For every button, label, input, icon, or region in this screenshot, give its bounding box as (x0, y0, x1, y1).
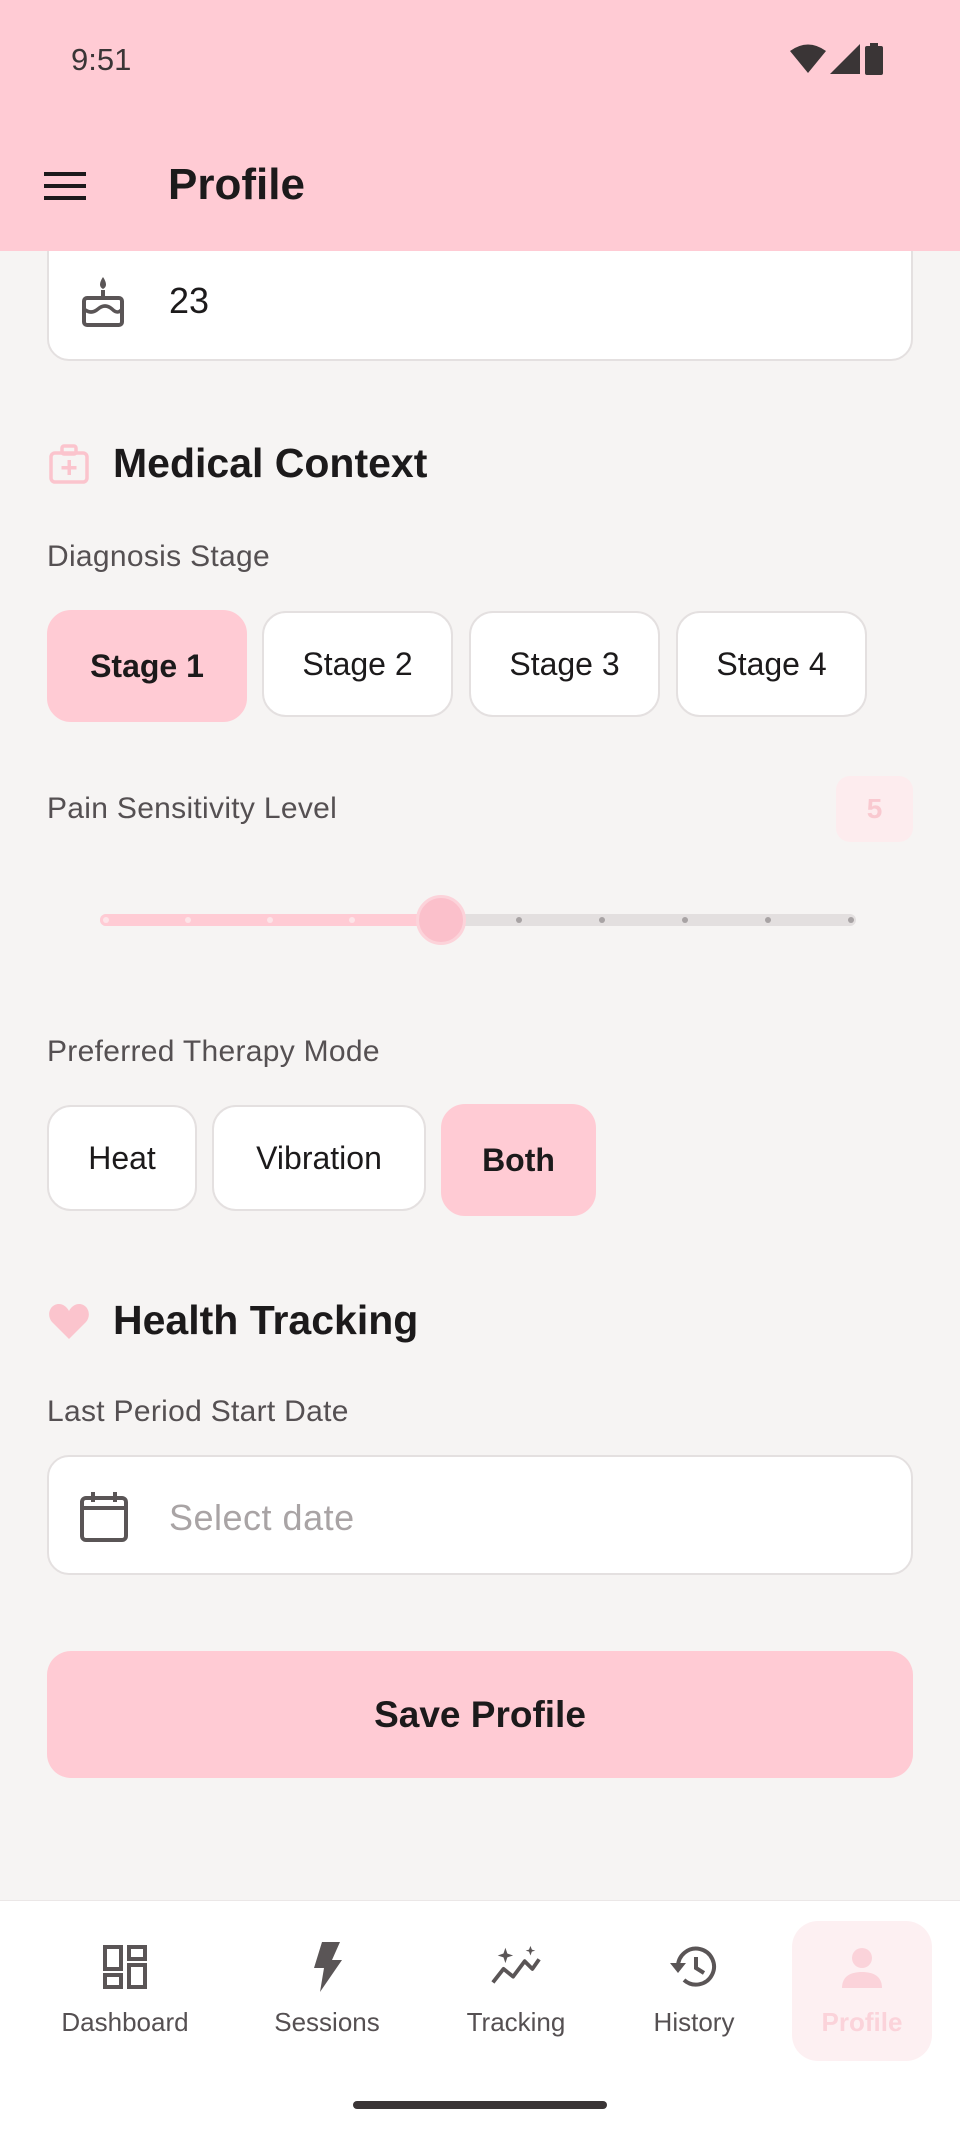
battery-icon (865, 43, 883, 75)
chip-vibration[interactable]: Vibration (212, 1105, 426, 1211)
nav-label-dashboard: Dashboard (61, 2007, 189, 2037)
app-bar: 9:51 Profile (0, 0, 960, 251)
medical-context-header: Medical Context (47, 440, 427, 487)
pain-sensitivity-value-badge: 5 (836, 776, 913, 842)
last-period-label: Last Period Start Date (47, 1395, 349, 1428)
dashboard-icon (99, 1941, 151, 1993)
slider-tick (516, 917, 522, 923)
person-icon (836, 1941, 888, 1993)
bottom-navigation: Dashboard Sessions Tracking History Prof… (0, 1900, 960, 2133)
status-time: 9:51 (71, 42, 132, 77)
age-value: 23 (169, 280, 210, 321)
slider-tick (599, 917, 605, 923)
heart-icon (47, 1299, 91, 1343)
nav-label-sessions: Sessions (274, 2007, 380, 2037)
medical-context-title: Medical Context (113, 440, 428, 486)
slider-tick (765, 917, 771, 923)
slider-tick (682, 917, 688, 923)
home-indicator (353, 2101, 607, 2109)
slider-tick (185, 917, 191, 923)
nav-label-history: History (653, 2007, 735, 2037)
diagnosis-stage-label: Diagnosis Stage (47, 540, 270, 573)
pain-sensitivity-label: Pain Sensitivity Level (47, 792, 338, 825)
slider-tick (848, 917, 854, 923)
health-tracking-header: Health Tracking (47, 1297, 418, 1344)
signal-icon (830, 44, 860, 74)
health-tracking-title: Health Tracking (113, 1297, 419, 1343)
therapy-mode-label: Preferred Therapy Mode (47, 1035, 380, 1068)
nav-item-dashboard[interactable]: Dashboard (55, 1921, 195, 2061)
save-profile-button[interactable]: Save Profile (47, 1651, 913, 1778)
date-placeholder: Select date (169, 1497, 355, 1538)
last-period-date-field[interactable]: Select date (47, 1455, 913, 1575)
nav-item-sessions[interactable]: Sessions (257, 1921, 397, 2061)
chip-both[interactable]: Both (441, 1104, 596, 1216)
page-title: Profile (168, 160, 305, 209)
slider-tick (103, 917, 109, 923)
chip-stage-2[interactable]: Stage 2 (262, 611, 453, 717)
medical-bag-icon (47, 442, 91, 486)
sparkle-chart-icon (490, 1941, 542, 1993)
nav-item-history[interactable]: History (624, 1921, 764, 2061)
chip-stage-3[interactable]: Stage 3 (469, 611, 660, 717)
chip-heat[interactable]: Heat (47, 1105, 197, 1211)
chip-stage-4[interactable]: Stage 4 (676, 611, 867, 717)
slider-tick (267, 917, 273, 923)
calendar-icon (80, 1492, 128, 1542)
pain-sensitivity-slider[interactable] (100, 895, 860, 945)
slider-tick (349, 917, 355, 923)
chip-stage-1[interactable]: Stage 1 (47, 610, 247, 722)
nav-item-tracking[interactable]: Tracking (446, 1921, 586, 2061)
bolt-icon (301, 1941, 353, 1993)
slider-thumb[interactable] (416, 895, 466, 945)
cake-icon (82, 277, 124, 327)
hamburger-menu-icon[interactable] (42, 166, 88, 206)
nav-label-profile: Profile (821, 2007, 903, 2037)
wifi-icon (790, 44, 826, 73)
nav-item-profile[interactable]: Profile (792, 1921, 932, 2061)
status-icons (790, 43, 884, 75)
history-icon (668, 1941, 720, 1993)
nav-label-tracking: Tracking (466, 2007, 566, 2037)
